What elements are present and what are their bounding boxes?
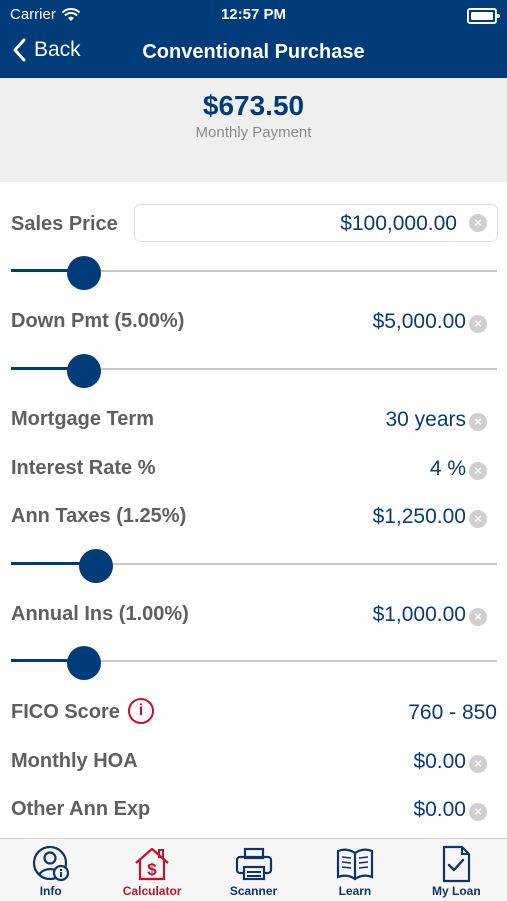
tab-learn-label: Learn (338, 884, 372, 898)
ann-taxes-clear-icon[interactable]: × (469, 510, 487, 528)
tab-scanner-label: Scanner (229, 884, 278, 898)
monthly-hoa-clear-icon[interactable]: × (469, 755, 487, 773)
annual-ins-slider[interactable] (11, 646, 497, 680)
payment-summary: $673.50 Monthly Payment (0, 78, 507, 182)
slider-thumb[interactable] (79, 549, 113, 583)
tab-learn[interactable]: Learn (304, 839, 405, 901)
tab-my-loan[interactable]: My Loan (406, 839, 507, 901)
monthly-payment-label: Monthly Payment (195, 124, 312, 141)
interest-rate-row[interactable]: Interest Rate % 4 % × (0, 449, 507, 489)
annual-ins-clear-icon[interactable]: × (469, 608, 487, 626)
annual-ins-label: Annual Ins (1.00%) (11, 603, 189, 625)
ann-taxes-value[interactable]: $1,250.00 (373, 505, 466, 529)
other-ann-exp-clear-icon[interactable]: × (469, 803, 487, 821)
down-pmt-clear-icon[interactable]: × (469, 315, 487, 333)
other-ann-exp-label: Other Ann Exp (11, 798, 151, 820)
other-ann-exp-row[interactable]: Other Ann Exp $0.00 × (0, 790, 507, 830)
annual-ins-row[interactable]: Annual Ins (1.00%) $1,000.00 × (0, 595, 507, 635)
sales-price-slider[interactable] (11, 256, 497, 290)
ann-taxes-row[interactable]: Ann Taxes (1.25%) $1,250.00 × (0, 497, 507, 537)
tab-bar: Info $ Calculator Scanner Learn My Loan (0, 838, 507, 901)
sales-price-input[interactable]: $100,000.00 × (134, 204, 498, 242)
tab-info-label: Info (39, 884, 62, 898)
down-pmt-label: Down Pmt (5.00%) (11, 310, 185, 332)
book-icon (336, 848, 374, 881)
user-info-icon (32, 845, 69, 882)
tab-scanner[interactable]: Scanner (203, 839, 304, 901)
navigation-bar: Back Conventional Purchase (0, 34, 507, 74)
interest-rate-clear-icon[interactable]: × (469, 462, 487, 480)
fico-score-row[interactable]: FICO Score 760 - 850 (0, 693, 507, 733)
mortgage-term-label: Mortgage Term (11, 408, 154, 430)
tab-info[interactable]: Info (0, 839, 101, 901)
ann-taxes-slider[interactable] (11, 549, 497, 583)
mortgage-term-row[interactable]: Mortgage Term 30 years × (0, 400, 507, 440)
svg-text:$: $ (147, 860, 157, 879)
status-bar: Carrier 12:57 PM (0, 6, 507, 26)
down-pmt-slider[interactable] (11, 354, 497, 388)
sales-price-clear-icon[interactable]: × (469, 214, 487, 232)
monthly-hoa-row[interactable]: Monthly HOA $0.00 × (0, 742, 507, 782)
interest-rate-label: Interest Rate % (11, 457, 156, 479)
printer-icon (235, 847, 272, 881)
sales-price-value: $100,000.00 (340, 212, 457, 235)
checklist-icon (443, 845, 471, 883)
ann-taxes-label: Ann Taxes (1.25%) (11, 505, 187, 527)
fico-score-value[interactable]: 760 - 850 (408, 701, 497, 725)
mortgage-term-clear-icon[interactable]: × (469, 413, 487, 431)
fico-info-icon[interactable]: i (128, 698, 154, 724)
other-ann-exp-value[interactable]: $0.00 (413, 798, 466, 822)
annual-ins-value[interactable]: $1,000.00 (373, 603, 466, 627)
slider-thumb[interactable] (67, 256, 101, 290)
tab-calculator[interactable]: $ Calculator (101, 839, 202, 901)
top-bar: Carrier 12:57 PM Back Conventional Purch… (0, 0, 507, 78)
slider-thumb[interactable] (67, 646, 101, 680)
mortgage-term-value[interactable]: 30 years (385, 408, 466, 432)
interest-rate-value[interactable]: 4 % (430, 457, 466, 481)
battery-icon (467, 8, 500, 24)
tab-my-loan-label: My Loan (431, 884, 481, 898)
tab-calculator-label: Calculator (122, 884, 182, 898)
down-pmt-value[interactable]: $5,000.00 (373, 310, 466, 334)
down-pmt-row[interactable]: Down Pmt (5.00%) $5,000.00 × (0, 302, 507, 342)
monthly-hoa-label: Monthly HOA (11, 750, 138, 772)
house-dollar-icon: $ (135, 847, 169, 881)
monthly-hoa-value[interactable]: $0.00 (413, 750, 466, 774)
fico-score-label: FICO Score (11, 701, 120, 723)
sales-price-label: Sales Price (11, 213, 118, 235)
monthly-payment-amount: $673.50 (202, 90, 305, 121)
clock: 12:57 PM (220, 6, 287, 23)
slider-thumb[interactable] (67, 354, 101, 388)
page-title: Conventional Purchase (142, 41, 365, 63)
